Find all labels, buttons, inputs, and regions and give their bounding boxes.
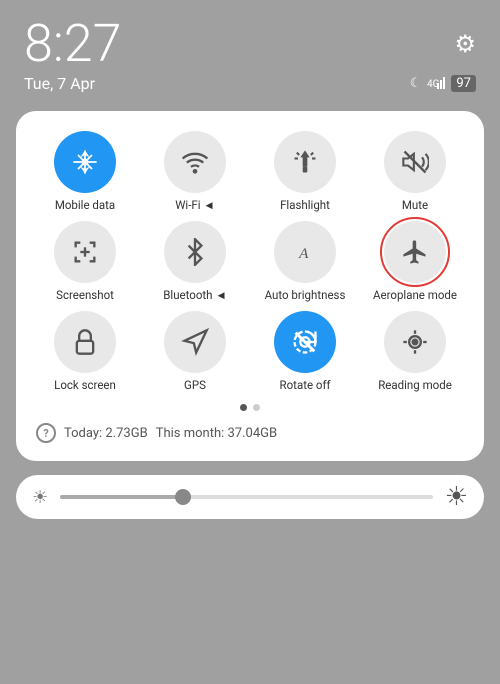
tile-auto-brightness[interactable]: A Auto brightness: [252, 221, 358, 303]
aeroplane-mode-icon: [384, 221, 446, 283]
flashlight-icon: [274, 131, 336, 193]
tile-wifi[interactable]: Wi-Fi ◄: [142, 131, 248, 213]
tile-gps[interactable]: GPS: [142, 311, 248, 393]
tile-flashlight[interactable]: Flashlight: [252, 131, 358, 213]
date-display: Tue, 7 Apr: [24, 74, 95, 93]
dot-2: [253, 404, 260, 411]
brightness-bar[interactable]: ☀ ☀: [16, 475, 484, 519]
gps-label: GPS: [184, 379, 206, 393]
wifi-icon: [164, 131, 226, 193]
flashlight-label: Flashlight: [280, 199, 330, 213]
rotate-off-label: Rotate off: [280, 379, 331, 393]
screenshot-icon: [54, 221, 116, 283]
lock-screen-icon: [54, 311, 116, 373]
rotate-off-icon: [274, 311, 336, 373]
brightness-low-icon: ☀: [32, 487, 48, 508]
tiles-grid: Mobile data Wi-Fi ◄: [32, 131, 468, 392]
brightness-thumb: [175, 489, 191, 505]
brightness-high-icon: ☀: [445, 482, 468, 512]
mobile-data-icon: [54, 131, 116, 193]
lock-screen-label: Lock screen: [54, 379, 116, 393]
tile-mobile-data[interactable]: Mobile data: [32, 131, 138, 213]
svg-text:A: A: [298, 245, 309, 262]
gps-icon: [164, 311, 226, 373]
status-bar: 8:27 ⚙ Tue, 7 Apr ☾ 4G 97: [0, 0, 500, 101]
moon-icon: ☾: [410, 76, 422, 91]
gear-icon[interactable]: ⚙: [454, 30, 476, 58]
battery-icon: 97: [451, 75, 476, 92]
data-usage: ? Today: 2.73GB This month: 37.04GB: [32, 419, 468, 447]
quick-panel: Mobile data Wi-Fi ◄: [16, 111, 484, 461]
brightness-track[interactable]: [60, 495, 433, 499]
reading-mode-icon: [384, 311, 446, 373]
time-display: 8:27: [24, 18, 121, 70]
mute-icon: [384, 131, 446, 193]
page-dots: [32, 404, 468, 411]
bluetooth-icon: [164, 221, 226, 283]
tile-mute[interactable]: Mute: [362, 131, 468, 213]
screenshot-label: Screenshot: [56, 289, 114, 303]
wifi-label: Wi-Fi ◄: [175, 199, 215, 213]
reading-mode-label: Reading mode: [378, 379, 452, 393]
aeroplane-mode-label: Aeroplane mode: [373, 289, 457, 303]
tile-screenshot[interactable]: Screenshot: [32, 221, 138, 303]
signal-icon: 4G: [427, 75, 445, 93]
auto-brightness-label: Auto brightness: [265, 289, 346, 303]
month-usage: This month: 37.04GB: [156, 426, 277, 441]
status-icons: ☾ 4G 97: [410, 75, 476, 93]
dot-1: [240, 404, 247, 411]
brightness-fill: [60, 495, 190, 499]
bluetooth-label: Bluetooth ◄: [163, 289, 227, 303]
tile-reading-mode[interactable]: Reading mode: [362, 311, 468, 393]
today-usage: Today: 2.73GB: [64, 426, 148, 441]
tile-rotate-off[interactable]: Rotate off: [252, 311, 358, 393]
auto-brightness-icon: A: [274, 221, 336, 283]
tile-lock-screen[interactable]: Lock screen: [32, 311, 138, 393]
tile-bluetooth[interactable]: Bluetooth ◄: [142, 221, 248, 303]
data-usage-icon: ?: [36, 423, 56, 443]
tile-aeroplane-mode[interactable]: Aeroplane mode: [362, 221, 468, 303]
mobile-data-label: Mobile data: [55, 199, 115, 213]
mute-label: Mute: [402, 199, 428, 213]
